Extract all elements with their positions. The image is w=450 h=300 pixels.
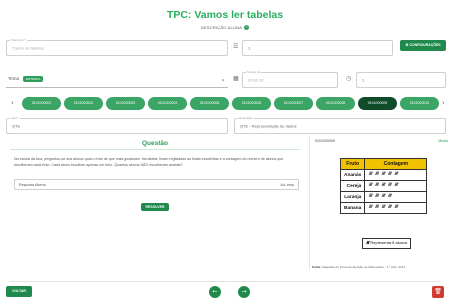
- subheading-text: DESCRIÇÃO ALUNA: [200, 25, 242, 30]
- tipo-label: Tema ENTRADA: [8, 76, 44, 82]
- tally-row: Banana 𝍸 𝍸 𝍸 𝍸 𝍸: [339, 202, 428, 214]
- tipo-label-text: Tema: [8, 76, 20, 82]
- question-pill[interactable]: 9101000001: [22, 97, 61, 110]
- question-circle-icon[interactable]: ?: [244, 25, 250, 31]
- tally-legend: 𝍸 Representa 5 alunos: [362, 238, 412, 249]
- list-icon: ☰: [233, 43, 239, 50]
- sort-field-value: 1: [362, 77, 365, 83]
- tally-marks: 𝍸 𝍸 𝍸 𝍸 𝍸: [364, 180, 428, 192]
- tally-fruit: Laranja: [339, 191, 366, 203]
- tally-fruit: Cereja: [339, 180, 366, 192]
- resource-meta[interactable]: Media: [438, 139, 448, 143]
- resource-source: Fonte: Adaptado de Prova de aferição de …: [312, 265, 448, 269]
- order-field[interactable]: 1: [242, 40, 393, 56]
- code-field-label: Cód *: [10, 116, 20, 120]
- question-pill[interactable]: 9101000006: [232, 97, 271, 110]
- tally-legend-mark: 𝍸: [366, 240, 370, 245]
- tally-header-count: Contagem: [364, 158, 428, 170]
- question-pill[interactable]: 9101000010: [400, 97, 439, 110]
- resolve-button[interactable]: RESOLVER: [141, 203, 169, 211]
- desc-field-label: Descrição: [238, 116, 254, 120]
- page-subheading: DESCRIÇÃO ALUNA ?: [0, 25, 450, 31]
- question-pill[interactable]: 9101000007: [274, 97, 313, 110]
- trash-icon[interactable]: 🗑: [432, 286, 444, 298]
- config-button-label: CONFIGURAÇÕES: [409, 43, 441, 47]
- question-pill[interactable]: 9101000002: [64, 97, 103, 110]
- tally-row: Laranja 𝍸 𝍸 𝍸 𝍸: [339, 191, 428, 203]
- tally-fruit: Ananás: [339, 169, 366, 181]
- page: TPC: Vamos ler tabelas DESCRIÇÃO ALUNA ?…: [0, 0, 450, 300]
- topic-field-label: Tópico(s) *: [10, 38, 27, 42]
- question-text: Na escola da Ana, perguntou-se aos aluno…: [14, 157, 284, 167]
- tally-row: Ananás 𝍸 𝍸 𝍸 𝍸 𝍸: [339, 169, 428, 181]
- arrow-left-icon[interactable]: ←: [209, 286, 221, 298]
- tally-marks: 𝍸 𝍸 𝍸 𝍸 𝍸: [364, 169, 428, 181]
- tally-fruit: Banana: [339, 202, 366, 214]
- desc-field-value: QTE - Representação de dados: [240, 123, 297, 129]
- tally-table: Fruto Contagem Ananás 𝍸 𝍸 𝍸 𝍸 𝍸 Cereja 𝍸 𝍸 …: [339, 158, 428, 214]
- answer-type-right: Ad.-resp: [280, 183, 294, 187]
- code-field-value: QTE: [12, 123, 21, 129]
- tipo-select[interactable]: Tema ENTRADA ▾: [6, 72, 228, 88]
- tipo-tag: ENTRADA: [23, 76, 44, 82]
- question-title-divider: [10, 149, 300, 150]
- tally-marks: 𝍸 𝍸 𝍸 𝍸: [364, 191, 428, 203]
- calendar-icon: ▦: [233, 75, 239, 82]
- arrow-right-icon[interactable]: →: [238, 286, 250, 298]
- chevron-right-icon[interactable]: ›: [442, 99, 445, 107]
- resource-id: 9101000009: [315, 139, 335, 143]
- time-field-value: 00:00:10: [248, 77, 264, 83]
- tally-header-row: Fruto Contagem: [339, 158, 428, 170]
- question-pill[interactable]: 9101000004: [148, 97, 187, 110]
- tally-marks: 𝍸 𝍸 𝍸 𝍸 𝍸: [364, 202, 428, 214]
- source-text: Adaptado de Prova de aferição de Matemát…: [321, 265, 406, 269]
- clock-icon: ◷: [346, 75, 352, 82]
- answer-type-label: Resposta Aberta: [19, 183, 46, 187]
- time-field-label: Tempo (s): [246, 70, 262, 74]
- order-field-value: 1: [248, 45, 251, 51]
- page-title: TPC: Vamos ler tabelas: [166, 9, 284, 21]
- footer-divider: [10, 281, 440, 282]
- source-label: Fonte:: [312, 265, 322, 269]
- question-pill[interactable]: 9101000005: [190, 97, 229, 110]
- config-button[interactable]: ⚙ CONFIGURAÇÕES: [400, 40, 446, 51]
- code-field[interactable]: Cód * QTE: [6, 116, 228, 134]
- chevron-left-icon[interactable]: ‹: [11, 99, 14, 107]
- answer-type-field[interactable]: Resposta Aberta Ad.-resp: [14, 179, 299, 190]
- sort-field[interactable]: 1: [356, 72, 446, 88]
- tally-legend-text: Representa 5 alunos: [370, 240, 408, 245]
- tally-header-fruit: Fruto: [339, 158, 366, 170]
- question-pill[interactable]: 9101000003: [106, 97, 145, 110]
- chevron-down-icon: ▾: [221, 77, 224, 82]
- question-pill[interactable]: 9101000008: [316, 97, 355, 110]
- question-title: Questão: [141, 140, 168, 147]
- question-pills: 9101000001 9101000002 9101000003 9101000004…: [22, 97, 440, 111]
- tally-row: Cereja 𝍸 𝍸 𝍸 𝍸 𝍸: [339, 180, 428, 192]
- topic-field-placeholder: Tópico de tabelas: [12, 45, 44, 51]
- topic-field[interactable]: Tópico(s) * Tópico de tabelas: [6, 38, 228, 56]
- time-field[interactable]: Tempo (s) 00:00:10: [242, 70, 338, 88]
- question-pill[interactable]: 9101000009: [358, 97, 397, 110]
- desc-field[interactable]: Descrição QTE - Representação de dados: [234, 116, 446, 134]
- back-button[interactable]: VOLTAR: [6, 286, 32, 297]
